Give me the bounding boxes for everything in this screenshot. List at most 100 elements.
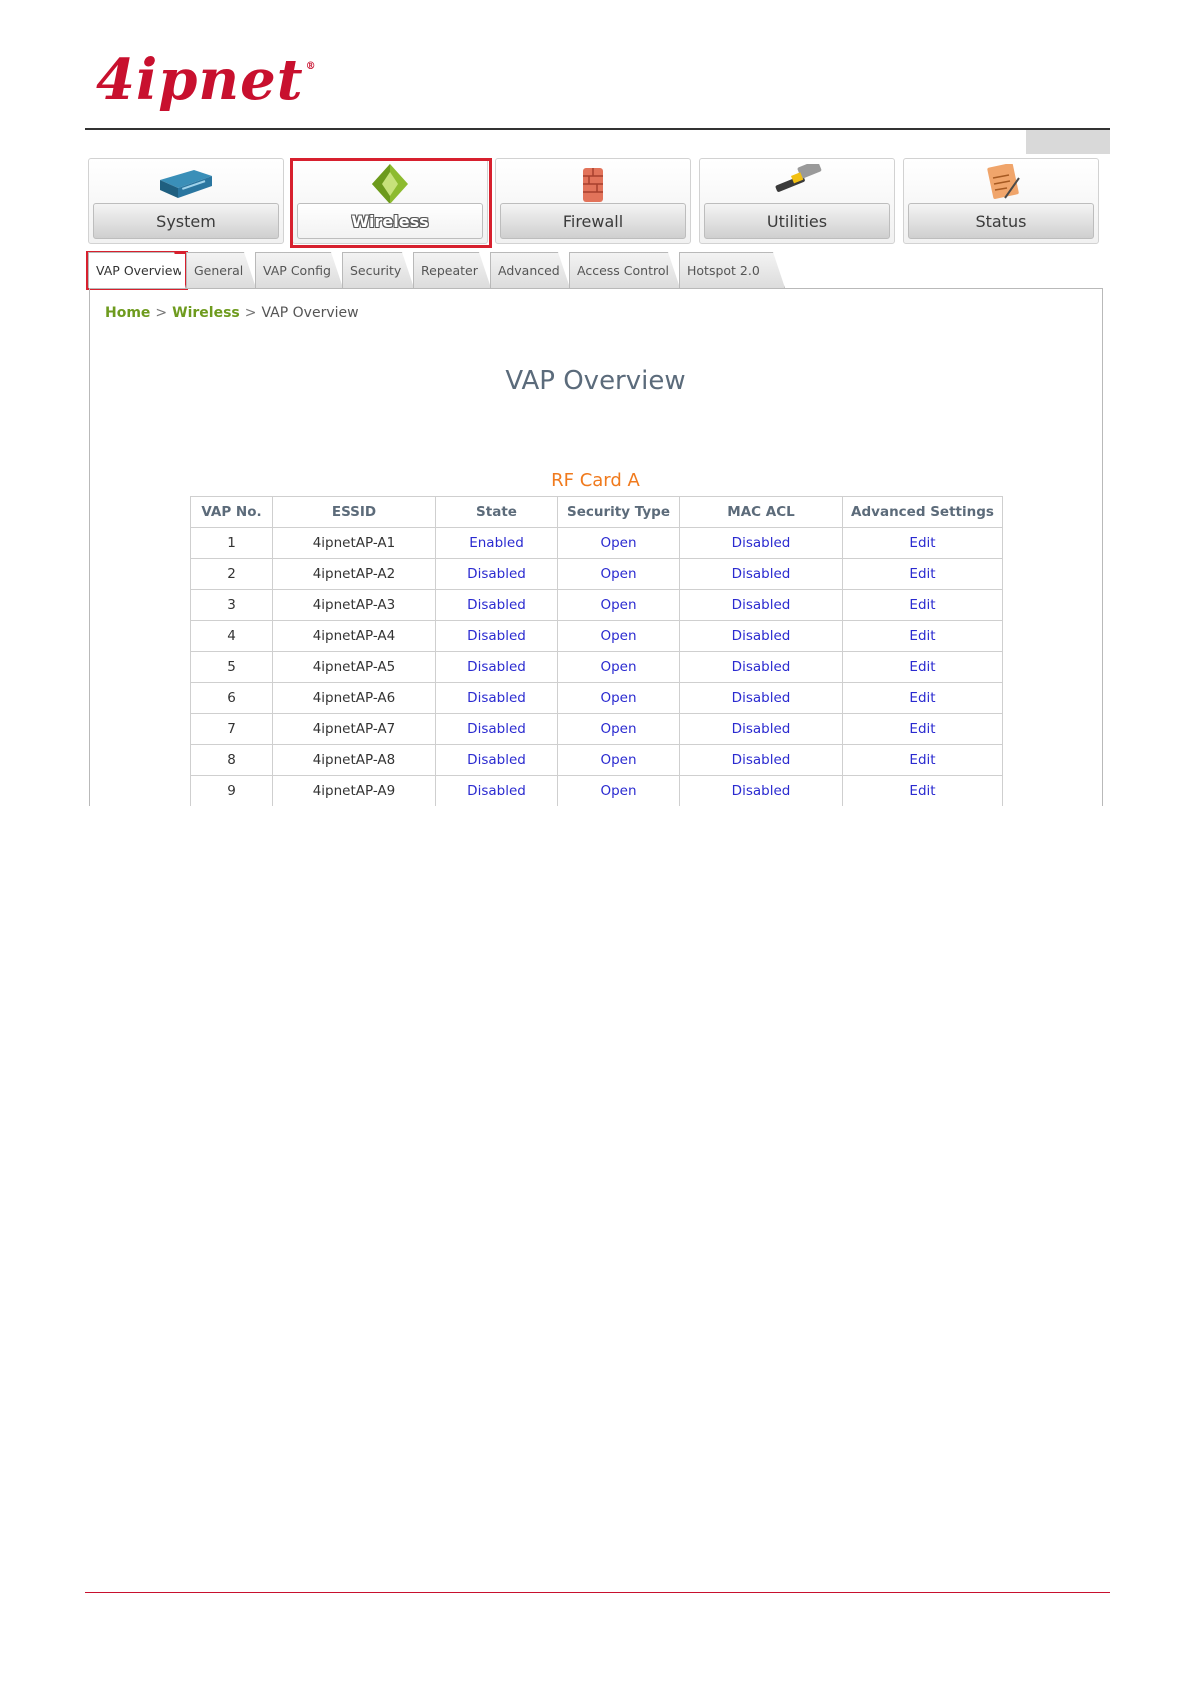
table-row: 5 4ipnetAP-A5 Disabled Open Disabled Edit — [190, 651, 1003, 683]
essid-cell: 4ipnetAP-A1 — [272, 527, 436, 559]
state-link[interactable]: Disabled — [435, 589, 558, 621]
breadcrumb-separator: > — [155, 305, 168, 321]
table-row: 7 4ipnetAP-A7 Disabled Open Disabled Edit — [190, 713, 1003, 745]
mac-acl-link[interactable]: Disabled — [679, 527, 843, 559]
security-type-link[interactable]: Open — [557, 744, 680, 776]
tab-vap-config[interactable]: VAP Config — [255, 252, 343, 288]
state-link[interactable]: Disabled — [435, 620, 558, 652]
vap-number-cell: 3 — [190, 589, 273, 621]
state-link[interactable]: Disabled — [435, 775, 558, 806]
security-type-link[interactable]: Open — [557, 775, 680, 806]
edit-link[interactable]: Edit — [842, 744, 1003, 776]
hammer-icon — [700, 163, 894, 205]
breadcrumb-separator: > — [244, 305, 257, 321]
state-link[interactable]: Disabled — [435, 558, 558, 590]
essid-cell: 4ipnetAP-A5 — [272, 651, 436, 683]
state-link[interactable]: Enabled — [435, 527, 558, 559]
edit-link[interactable]: Edit — [842, 775, 1003, 806]
wireless-highlight-box — [290, 158, 492, 248]
essid-cell: 4ipnetAP-A9 — [272, 775, 436, 806]
essid-cell: 4ipnetAP-A6 — [272, 682, 436, 714]
tab-advanced[interactable]: Advanced — [490, 252, 570, 288]
page-title: VAP Overview — [505, 366, 686, 396]
vap-number-cell: 4 — [190, 620, 273, 652]
table-row: 2 4ipnetAP-A2 Disabled Open Disabled Edit — [190, 558, 1003, 590]
vap-number-cell: 1 — [190, 527, 273, 559]
mac-acl-link[interactable]: Disabled — [679, 682, 843, 714]
state-link[interactable]: Disabled — [435, 682, 558, 714]
mac-acl-link[interactable]: Disabled — [679, 589, 843, 621]
mac-acl-link[interactable]: Disabled — [679, 558, 843, 590]
table-row: 9 4ipnetAP-A9 Disabled Open Disabled Edit — [190, 775, 1003, 806]
vap-number-cell: 5 — [190, 651, 273, 683]
header-gray-block — [1026, 130, 1110, 154]
nav-utilities-button[interactable]: Utilities — [699, 158, 895, 244]
nav-label: Utilities — [704, 203, 890, 239]
edit-link[interactable]: Edit — [842, 527, 1003, 559]
essid-cell: 4ipnetAP-A7 — [272, 713, 436, 745]
security-type-link[interactable]: Open — [557, 558, 680, 590]
state-link[interactable]: Disabled — [435, 744, 558, 776]
mac-acl-link[interactable]: Disabled — [679, 620, 843, 652]
table-row: 6 4ipnetAP-A6 Disabled Open Disabled Edit — [190, 682, 1003, 714]
essid-cell: 4ipnetAP-A3 — [272, 589, 436, 621]
table-row: 8 4ipnetAP-A8 Disabled Open Disabled Edit — [190, 744, 1003, 776]
col-header-state: State — [435, 496, 558, 528]
security-type-link[interactable]: Open — [557, 527, 680, 559]
security-type-link[interactable]: Open — [557, 713, 680, 745]
vap-table: VAP No. ESSID State Security Type MAC AC… — [190, 496, 1003, 806]
nav-label: System — [93, 203, 279, 239]
vap-number-cell: 9 — [190, 775, 273, 806]
vap-number-cell: 8 — [190, 744, 273, 776]
tab-access-control[interactable]: Access Control — [569, 252, 680, 288]
brand-logo: 4ipnet ® — [96, 47, 317, 113]
edit-link[interactable]: Edit — [842, 713, 1003, 745]
breadcrumb-wireless-link[interactable]: Wireless — [172, 305, 240, 321]
col-header-essid: ESSID — [272, 496, 436, 528]
vap-number-cell: 7 — [190, 713, 273, 745]
table-row: 1 4ipnetAP-A1 Enabled Open Disabled Edit — [190, 527, 1003, 559]
tab-general[interactable]: General — [186, 252, 256, 288]
col-header-vap-no: VAP No. — [190, 496, 273, 528]
vap-number-cell: 2 — [190, 558, 273, 590]
tab-security[interactable]: Security — [342, 252, 414, 288]
edit-link[interactable]: Edit — [842, 589, 1003, 621]
security-type-link[interactable]: Open — [557, 682, 680, 714]
nav-system-button[interactable]: System — [88, 158, 284, 244]
nav-status-button[interactable]: Status — [903, 158, 1099, 244]
security-type-link[interactable]: Open — [557, 589, 680, 621]
mac-acl-link[interactable]: Disabled — [679, 651, 843, 683]
rf-card-title: RF Card A — [551, 470, 640, 491]
col-header-mac-acl: MAC ACL — [679, 496, 843, 528]
mac-acl-link[interactable]: Disabled — [679, 713, 843, 745]
table-row: 4 4ipnetAP-A4 Disabled Open Disabled Edit — [190, 620, 1003, 652]
table-row: 3 4ipnetAP-A3 Disabled Open Disabled Edit — [190, 589, 1003, 621]
breadcrumb-home-link[interactable]: Home — [105, 305, 150, 321]
essid-cell: 4ipnetAP-A4 — [272, 620, 436, 652]
table-header-row: VAP No. ESSID State Security Type MAC AC… — [190, 496, 1003, 528]
col-header-advanced-settings: Advanced Settings — [842, 496, 1003, 528]
essid-cell: 4ipnetAP-A8 — [272, 744, 436, 776]
vap-number-cell: 6 — [190, 682, 273, 714]
firewall-icon — [496, 163, 690, 205]
clipboard-icon — [904, 163, 1098, 205]
edit-link[interactable]: Edit — [842, 651, 1003, 683]
tab-vap-overview[interactable]: VAP Overview — [88, 252, 186, 288]
nav-label: Status — [908, 203, 1094, 239]
mac-acl-link[interactable]: Disabled — [679, 744, 843, 776]
mac-acl-link[interactable]: Disabled — [679, 775, 843, 806]
edit-link[interactable]: Edit — [842, 620, 1003, 652]
header-divider — [85, 128, 1110, 130]
security-type-link[interactable]: Open — [557, 651, 680, 683]
col-header-security-type: Security Type — [557, 496, 680, 528]
tab-repeater[interactable]: Repeater — [413, 252, 491, 288]
edit-link[interactable]: Edit — [842, 558, 1003, 590]
nav-firewall-button[interactable]: Firewall — [495, 158, 691, 244]
state-link[interactable]: Disabled — [435, 713, 558, 745]
switch-icon — [89, 163, 283, 205]
security-type-link[interactable]: Open — [557, 620, 680, 652]
state-link[interactable]: Disabled — [435, 651, 558, 683]
tab-hotspot[interactable]: Hotspot 2.0 — [679, 252, 785, 288]
edit-link[interactable]: Edit — [842, 682, 1003, 714]
breadcrumb: Home > Wireless > VAP Overview — [105, 305, 359, 321]
